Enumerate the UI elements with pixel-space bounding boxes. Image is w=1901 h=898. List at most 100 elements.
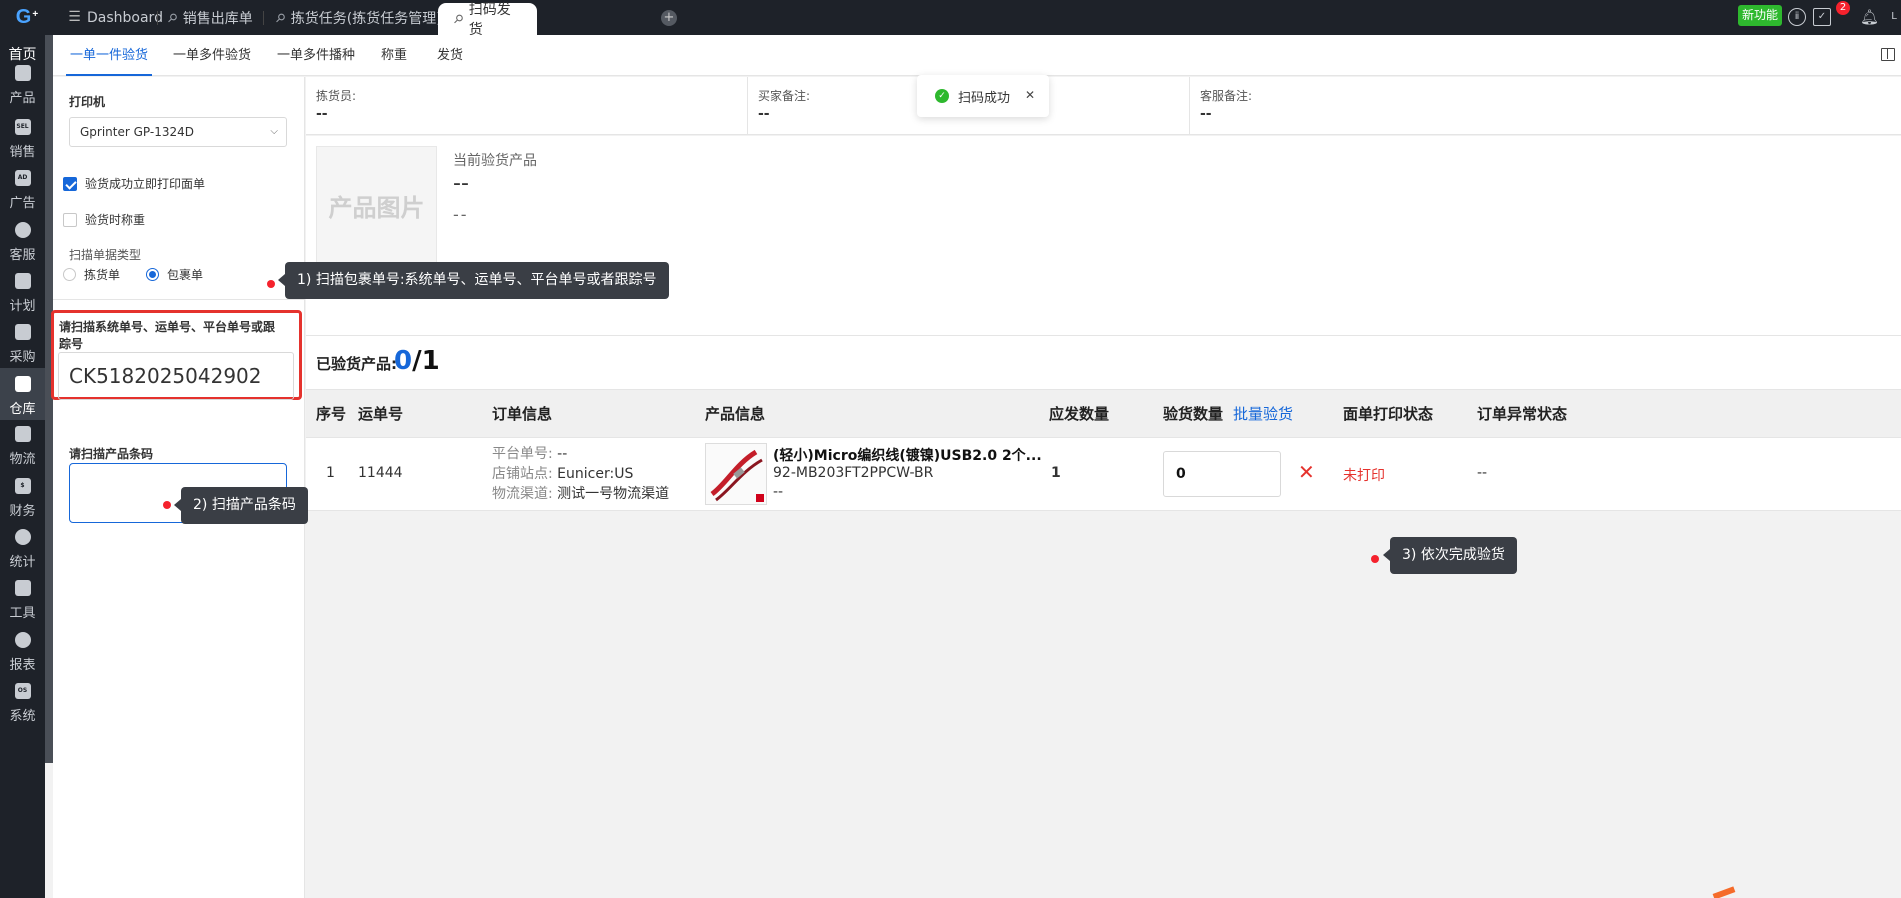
weigh-on-check-checkbox[interactable]: 验货时称重 (63, 211, 145, 228)
pin-icon[interactable]: ⚲ (164, 9, 180, 25)
nav-label: 采购 (9, 350, 36, 365)
nav-label: 仓库 (9, 402, 36, 417)
table-row: 1 11444 平台单号: -- 店铺站点: Eunicer:US 物流渠道: … (306, 437, 1901, 511)
subtab-single-item-check[interactable]: 一单一件验货 (65, 35, 153, 76)
channel-value: 测试一号物流渠道 (557, 486, 670, 502)
store-label: 店铺站点: (492, 466, 553, 482)
scan-order-input[interactable]: CK5182025042902 (58, 352, 294, 400)
nav-label: 产品 (9, 91, 36, 106)
printer-value: Gprinter GP-1324D (80, 125, 195, 139)
nav-label: 报表 (9, 658, 36, 673)
step3-tooltip: 3) 依次完成验货 (1383, 537, 1517, 574)
checked-total: /1 (412, 346, 440, 376)
tab-scan-ship[interactable]: ⚲ 扫码发货 (438, 2, 537, 38)
scan-type-label: 扫描单据类型 (69, 248, 142, 262)
step1-marker (267, 280, 275, 288)
radio-parcel[interactable] (146, 268, 160, 281)
scan-success-toast: ✓ 扫码成功 ✕ (917, 75, 1049, 117)
scan-type-radio-group: 拣货单 包裹单 (63, 266, 203, 283)
store-value: Eunicer:US (557, 466, 634, 482)
nav-logistics[interactable]: 物流 (0, 426, 45, 467)
nav-ads[interactable]: AD 广告 (0, 170, 45, 211)
chevron-down-icon: ⌵ (270, 126, 278, 137)
product-extra: -- (773, 484, 784, 500)
cs-note-value: -- (1200, 106, 1212, 122)
current-product-area: 产品图片 当前验货产品 -- -- (306, 136, 1901, 335)
radio-picking-list[interactable] (63, 268, 76, 281)
qty-expected: 1 (1051, 465, 1061, 481)
subtab-multi-item-check[interactable]: 一单多件验货 (173, 35, 251, 76)
nav-label: 客服 (9, 248, 36, 263)
platform-order-value: -- (557, 446, 568, 462)
radio-label: 包裹单 (167, 268, 204, 282)
nav-finance[interactable]: $ 财务 (0, 478, 45, 519)
subtab-weigh[interactable]: 称重 (381, 35, 407, 76)
step2-tooltip: 2) 扫描产品条码 (174, 487, 308, 524)
tab-label: Dashboard (87, 9, 163, 26)
printer-select[interactable]: Gprinter GP-1324D ⌵ (69, 117, 287, 147)
add-tab-button[interactable]: + (661, 10, 677, 26)
product-thumbnail[interactable] (705, 443, 767, 505)
truck-icon (14, 426, 31, 442)
printer-label: 打印机 (69, 95, 106, 109)
scan-barcode-label: 请扫描产品条码 (69, 447, 154, 461)
bell-icon[interactable]: 🔔︎ (1860, 8, 1879, 26)
checked-products-header: 已验货产品: 0/1 (306, 335, 1901, 389)
product-image-placeholder: 产品图片 (316, 146, 437, 268)
nav-service[interactable]: 客服 (0, 222, 45, 263)
platform-order-label: 平台单号: (492, 446, 553, 462)
pin-icon[interactable]: ⚲ (272, 9, 288, 25)
nav-label: 计划 (9, 299, 36, 314)
checkbox-checked-icon[interactable] (63, 176, 77, 191)
plan-icon (14, 273, 31, 289)
nav-stats[interactable]: 统计 (0, 529, 45, 570)
qty-checked-input[interactable]: 0 (1163, 451, 1281, 497)
sub-tabs: 一单一件验货 一单多件验货 一单多件播种 称重 发货 (53, 35, 1901, 76)
scan-order-highlight: 请扫描系统单号、运单号、平台单号或跟踪号 CK5182025042902 (51, 310, 302, 400)
nav-label: 首页 (8, 46, 37, 63)
product-sku: 92-MB203FT2PPCW-BR (773, 465, 934, 481)
picker-label: 拣货员: (316, 89, 357, 103)
remove-icon[interactable]: ✕ (1298, 460, 1315, 484)
exception-status: -- (1477, 465, 1488, 481)
radio-label: 拣货单 (84, 268, 121, 282)
menu-collapse-icon[interactable]: ☰ (66, 9, 83, 26)
checked-products-label: 已验货产品: (316, 355, 397, 373)
print-on-success-checkbox[interactable]: 验货成功立即打印面单 (63, 175, 205, 192)
user-menu-icon[interactable]: L (1885, 8, 1901, 26)
subtab-multi-item-sow[interactable]: 一单多件播种 (277, 35, 355, 76)
book-icon[interactable] (1881, 48, 1895, 61)
system-icon: OS (14, 683, 31, 699)
nav-sales[interactable]: SEL 销售 (0, 119, 45, 160)
channel-label: 物流渠道: (492, 486, 553, 502)
tab-label: 拣货任务(拣货任务管理) (290, 10, 442, 27)
nav-reports[interactable]: 报表 (0, 632, 45, 673)
checked-done: 0 (394, 346, 413, 376)
help-icon[interactable]: ⅱ (1788, 8, 1806, 26)
task-check-icon[interactable]: ✓ (1813, 8, 1831, 26)
new-feature-badge[interactable]: 新功能 (1738, 5, 1783, 26)
row-waybill: 11444 (358, 465, 403, 481)
close-icon[interactable]: ✕ (1025, 88, 1035, 102)
nav-label: 系统 (9, 709, 36, 724)
batch-check-link[interactable]: 批量验货 (1233, 405, 1293, 423)
nav-purchase[interactable]: 采购 (0, 324, 45, 365)
nav-label: 销售 (9, 145, 36, 160)
subtab-ship[interactable]: 发货 (437, 35, 463, 76)
pin-icon[interactable]: ⚲ (450, 11, 466, 27)
tab-sales-outbound[interactable]: ⚲ 销售出库单 (164, 0, 252, 35)
left-nav: 首页 产品 SEL 销售 AD 广告 客服 计划 采购 仓库 物流 $ 财务 统计 工… (0, 35, 45, 898)
col-qty-expected: 应发数量 (1049, 405, 1110, 423)
nav-plan[interactable]: 计划 (0, 273, 45, 314)
app-logo[interactable]: G + (0, 0, 54, 35)
nav-label: 工具 (9, 606, 36, 621)
tab-picking-task[interactable]: ⚲ 拣货任务(拣货任务管理) (272, 0, 442, 35)
main-panel: 拣货员: -- 买家备注: -- 客服备注: -- 产品图片 当前验货产品 --… (306, 77, 1901, 898)
checkbox-icon[interactable] (63, 212, 77, 227)
row-index: 1 (326, 465, 335, 481)
nav-warehouse[interactable]: 仓库 (0, 368, 45, 420)
nav-product[interactable]: 产品 (0, 65, 45, 106)
tab-dashboard[interactable]: Dashboard (87, 0, 163, 35)
nav-system[interactable]: OS 系统 (0, 683, 45, 724)
nav-tools[interactable]: 工具 (0, 580, 45, 621)
